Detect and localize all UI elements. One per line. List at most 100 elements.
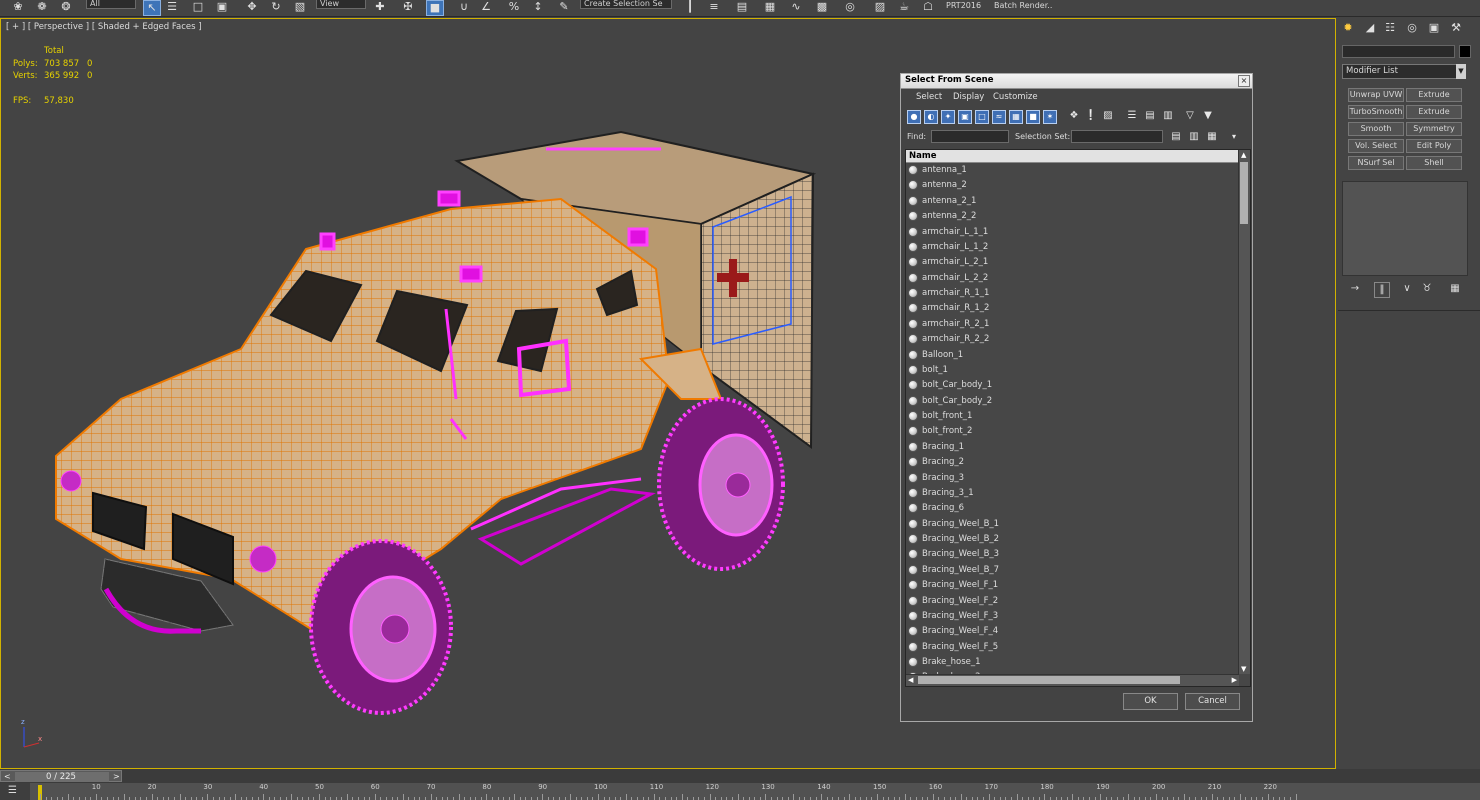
modifier-list-dropdown[interactable]: Modifier List [1342,64,1466,79]
list-item[interactable]: Bracing_3_1 [906,486,1239,501]
add-to-selection-set-icon[interactable]: ▥ [1187,131,1201,145]
select-by-name-icon[interactable]: ☰ [164,0,180,14]
motion-tab-icon[interactable]: ◎ [1404,20,1420,36]
list-item[interactable]: antenna_1 [906,163,1239,178]
display-helpers-icon[interactable]: □ [975,110,989,124]
selection-filter-dropdown[interactable]: All [86,0,136,9]
link-icon[interactable]: ❀ [10,0,26,14]
unlink-icon[interactable]: ❁ [34,0,50,14]
scroll-down-icon[interactable]: ▼ [1241,665,1246,673]
display-shapes-icon[interactable]: ◐ [924,110,938,124]
scene-object-list[interactable]: Name antenna_1 antenna_2 antenna_2_1 antenn… [905,149,1251,687]
remove-from-selection-set-icon[interactable]: ▦ [1205,131,1219,145]
vertical-scroll-thumb[interactable] [1240,162,1248,224]
percent-snap-icon[interactable]: % [506,0,522,14]
hierarchy-view-icon[interactable]: ▤ [1143,110,1157,124]
rectangular-selection-icon[interactable]: □ [190,0,206,14]
scroll-right-icon[interactable]: ▶ [1232,676,1237,684]
scroll-up-icon[interactable]: ▲ [1241,151,1246,159]
display-geometry-icon[interactable]: ● [907,110,921,124]
ok-button[interactable]: OK [1123,693,1178,710]
track-bar-menu-icon[interactable]: ☰ [8,785,17,796]
list-item[interactable]: armchair_L_2_1 [906,255,1239,270]
make-unique-icon[interactable]: ∨ [1400,282,1414,296]
remove-modifier-icon[interactable]: ♉ [1420,282,1434,296]
find-input[interactable] [931,130,1009,143]
utilities-tab-icon[interactable]: ⚒ [1448,20,1464,36]
menu-select[interactable]: Select [916,92,942,102]
list-item[interactable]: armchair_R_1_2 [906,301,1239,316]
modifier-button-1[interactable]: Unwrap UVW [1348,88,1404,102]
list-item[interactable]: armchair_L_1_2 [906,240,1239,255]
track-bar[interactable]: ☰ 10 20 30 40 50 60 70 80 90 100 110 120 130 140 150 16… [0,783,1480,800]
select-object-icon[interactable]: ↖ [143,0,161,16]
list-item[interactable]: bolt_front_1 [906,409,1239,424]
list-item[interactable]: armchair_L_1_1 [906,225,1239,240]
list-item[interactable]: Bracing_Weel_F_4 [906,624,1239,639]
list-item[interactable]: Bracing_6 [906,501,1239,516]
render-setup-icon[interactable]: ▨ [872,0,888,14]
select-all-icon[interactable]: ❖ [1067,110,1081,124]
next-frame-icon[interactable]: > [113,772,120,782]
named-selection-set-dropdown[interactable]: Create Selection Se [580,0,672,9]
snap-toggle-icon[interactable]: ∪ [456,0,472,14]
list-item[interactable]: Bracing_Weel_F_3 [906,609,1239,624]
modifier-button-7[interactable]: Vol. Select [1348,139,1404,153]
list-item[interactable]: Bracing_Weel_B_2 [906,532,1239,547]
select-manipulate-icon[interactable]: ✠ [400,0,416,14]
list-item[interactable]: Bracing_Weel_F_1 [906,578,1239,593]
modifier-stack[interactable] [1342,181,1468,276]
render-production-icon[interactable]: ☖ [920,0,936,14]
list-item[interactable]: bolt_front_2 [906,424,1239,439]
bind-spacewarp-icon[interactable]: ❂ [58,0,74,14]
list-item[interactable]: antenna_2 [906,178,1239,193]
create-selection-set-icon[interactable]: ▤ [1169,131,1183,145]
select-invert-icon[interactable]: ▨ [1101,110,1115,124]
list-item[interactable]: Bracing_Weel_B_1 [906,517,1239,532]
close-icon[interactable]: × [1238,75,1250,87]
mirror-icon[interactable]: ┃ [682,0,698,14]
layer-manager-icon[interactable]: ▤ [734,0,750,14]
move-icon[interactable]: ✥ [244,0,260,14]
rotate-icon[interactable]: ↻ [268,0,284,14]
list-view-icon[interactable]: ☰ [1125,110,1139,124]
create-tab-icon[interactable]: ✹ [1340,20,1356,36]
hierarchy-tab-icon[interactable]: ☷ [1382,20,1398,36]
pivot-center-icon[interactable]: ✚ [372,0,388,14]
display-cameras-icon[interactable]: ▣ [958,110,972,124]
prt-label[interactable]: PRT2016 [946,1,986,11]
keyboard-shortcut-icon[interactable]: ■ [426,0,444,16]
list-item[interactable]: Bracing_Weel_B_7 [906,563,1239,578]
spinner-snap-icon[interactable]: ↕ [530,0,546,14]
scroll-left-icon[interactable]: ◀ [908,676,913,684]
reference-coordinate-dropdown[interactable]: View [316,0,366,9]
list-item[interactable]: Bracing_Weel_B_3 [906,547,1239,562]
list-item[interactable]: Bracing_Weel_F_2 [906,594,1239,609]
list-item[interactable]: Brake_hose_1 [906,655,1239,670]
edit-named-selection-icon[interactable]: ✎ [556,0,572,14]
list-item[interactable]: Bracing_2 [906,455,1239,470]
modifier-button-5[interactable]: Smooth [1348,122,1404,136]
select-none-icon[interactable]: ❕ [1084,110,1098,124]
list-item[interactable]: armchair_R_1_1 [906,286,1239,301]
list-item[interactable]: armchair_R_2_2 [906,332,1239,347]
object-color-swatch[interactable] [1459,45,1471,58]
filter-icon[interactable]: ▽ [1183,110,1197,124]
modifier-button-8[interactable]: Edit Poly [1406,139,1462,153]
scale-icon[interactable]: ▧ [292,0,308,14]
list-item[interactable]: bolt_Car_body_2 [906,394,1239,409]
display-spacewarps-icon[interactable]: ≈ [992,110,1006,124]
time-slider[interactable]: < 0 / 225 > [0,769,1480,783]
list-item[interactable]: Bracing_1 [906,440,1239,455]
chevron-down-icon[interactable]: ▼ [1456,64,1466,79]
rendered-frame-icon[interactable]: ☕ [896,0,912,14]
display-xrefs-icon[interactable]: ■ [1026,110,1040,124]
object-name-field[interactable] [1342,45,1455,58]
modifier-button-6[interactable]: Symmetry [1406,122,1462,136]
track-bar-menu[interactable]: ☰ [0,783,30,800]
list-item[interactable]: antenna_2_2 [906,209,1239,224]
chevron-down-icon[interactable]: ▾ [1227,131,1241,145]
menu-display[interactable]: Display [953,92,984,102]
modifier-button-4[interactable]: Extrude [1406,105,1462,119]
filter-options-icon[interactable]: ▼ [1201,110,1215,124]
